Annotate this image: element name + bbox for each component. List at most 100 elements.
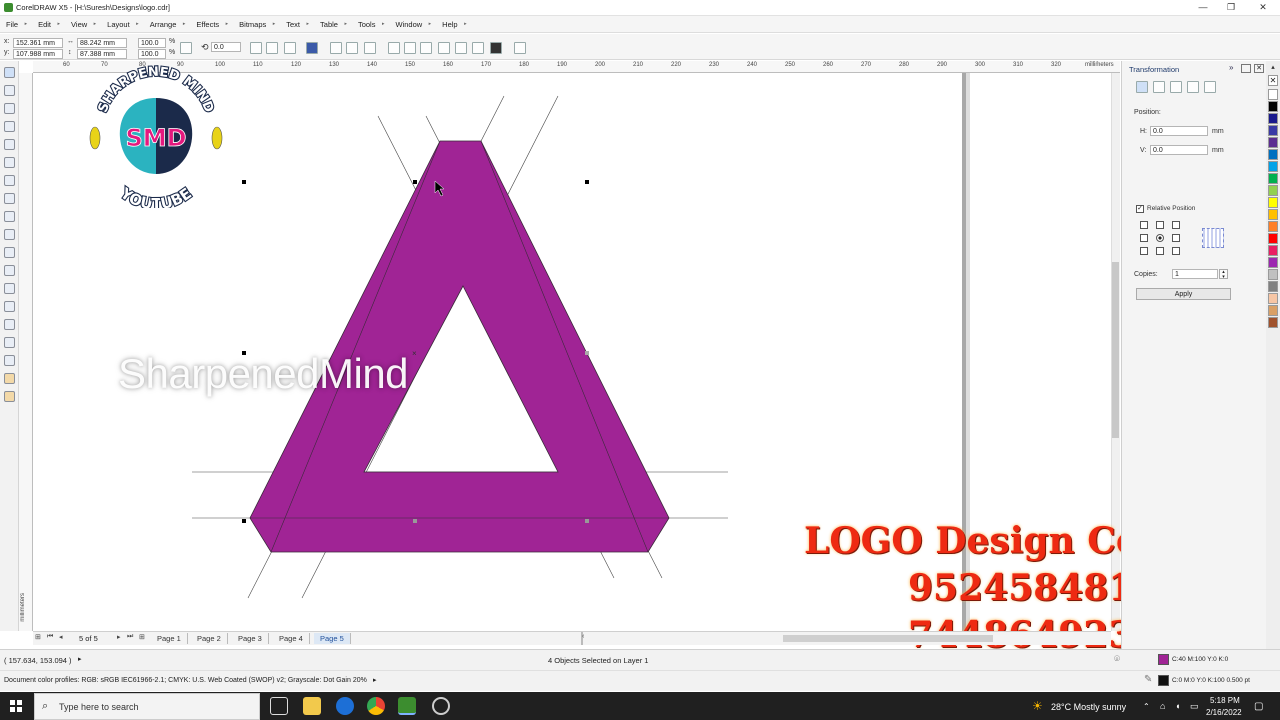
palette-swatch[interactable] — [1268, 317, 1278, 328]
volume-icon[interactable]: ◖ — [1175, 701, 1180, 711]
status-bar-profiles: Document color profiles: RGB: sRGB IEC61… — [0, 670, 1280, 691]
weather-text[interactable]: 28°C Mostly sunny — [1051, 702, 1126, 712]
chrome-browser-icon[interactable] — [367, 697, 385, 715]
docker-minimize-icon[interactable] — [1241, 64, 1251, 73]
network-icon[interactable]: ⌂ — [1160, 701, 1165, 711]
scale-mirror-tab-icon[interactable] — [1170, 81, 1182, 93]
clock-time[interactable]: 5:18 PM — [1210, 696, 1240, 705]
size-tab-icon[interactable] — [1187, 81, 1199, 93]
coreldraw-taskbar-icon[interactable] — [398, 697, 416, 715]
palette-swatch[interactable] — [1268, 221, 1278, 232]
cursor-coordinates: ( 157.634, 153.094 ) — [4, 656, 72, 665]
anchor-bottom-left[interactable] — [1140, 247, 1148, 255]
relative-position-checkbox[interactable]: ✓ — [1136, 205, 1144, 213]
fill-color-swatch[interactable] — [1158, 654, 1169, 665]
page-tab-4[interactable]: Page 4 — [273, 633, 310, 644]
copies-field[interactable]: 1 — [1172, 269, 1218, 279]
docker-expand-icon[interactable]: » — [1229, 63, 1233, 72]
system-tray-chevron-icon[interactable]: ⌃ — [1143, 702, 1150, 711]
page-tab-2[interactable]: Page 2 — [191, 633, 228, 644]
palette-swatch[interactable] — [1268, 113, 1278, 124]
selection-handle[interactable] — [413, 519, 417, 523]
previous-page-icon[interactable]: ◂ — [59, 633, 63, 641]
file-explorer-icon[interactable] — [303, 697, 321, 715]
apply-button[interactable]: Apply — [1136, 288, 1231, 300]
battery-icon[interactable]: ▭ — [1190, 701, 1199, 712]
edge-browser-icon[interactable] — [336, 697, 354, 715]
page-tab-3[interactable]: Page 3 — [232, 633, 269, 644]
color-profiles-text[interactable]: Document color profiles: RGB: sRGB IEC61… — [4, 677, 367, 684]
weather-sun-icon: ☀ — [1032, 699, 1043, 713]
last-page-icon[interactable]: ⏭ — [127, 633, 133, 641]
logo-bottom-text: YOUTUBE — [116, 184, 195, 208]
logo-right-grain-icon — [211, 126, 223, 150]
next-page-icon[interactable]: ▸ — [117, 633, 121, 641]
anchor-top-center[interactable] — [1156, 221, 1164, 229]
anchor-top-right[interactable] — [1172, 221, 1180, 229]
docker-title: Transformation — [1129, 65, 1180, 74]
page-tab-5[interactable]: Page 5 — [314, 633, 351, 644]
coords-arrow-icon[interactable]: ▸ — [78, 655, 82, 663]
palette-swatch[interactable] — [1268, 161, 1278, 172]
profiles-arrow-icon[interactable]: ▸ — [373, 676, 377, 684]
page-tab-1[interactable]: Page 1 — [151, 633, 188, 644]
palette-swatch[interactable] — [1268, 257, 1278, 268]
task-view-icon[interactable] — [270, 697, 288, 715]
anchor-bottom-right[interactable] — [1172, 247, 1180, 255]
palette-swatch[interactable] — [1268, 173, 1278, 184]
palette-swatch[interactable] — [1268, 197, 1278, 208]
palette-swatch[interactable] — [1268, 209, 1278, 220]
copies-spinner[interactable]: ▴ ▾ — [1219, 269, 1228, 280]
outline-color-swatch[interactable] — [1158, 675, 1169, 686]
palette-swatch[interactable] — [1268, 245, 1278, 256]
windows-start-icon[interactable] — [10, 700, 22, 712]
palette-swatch[interactable] — [1268, 281, 1278, 292]
palette-swatch[interactable] — [1268, 293, 1278, 304]
selection-handle[interactable] — [242, 180, 246, 184]
skew-tab-icon[interactable] — [1204, 81, 1216, 93]
docker-close-icon[interactable]: ✕ — [1254, 64, 1264, 73]
anchor-middle-right[interactable] — [1172, 234, 1180, 242]
first-page-icon[interactable]: ⏮ — [47, 633, 53, 641]
palette-swatch[interactable] — [1268, 149, 1278, 160]
palette-scroll-up-icon[interactable]: ▴ — [1268, 63, 1278, 73]
impossible-triangle-shape[interactable] — [249, 140, 670, 553]
horizontal-scrollbar-thumb[interactable] — [783, 635, 993, 642]
scroll-left-icon[interactable]: ‹ — [582, 633, 584, 640]
notification-icon[interactable]: ▢ — [1254, 701, 1263, 712]
v-position-field[interactable]: 0.0 — [1150, 145, 1208, 155]
selection-handle[interactable] — [585, 351, 589, 355]
no-color-swatch-icon[interactable]: ✕ — [1268, 75, 1278, 86]
selection-handle[interactable] — [585, 519, 589, 523]
selection-handle[interactable] — [413, 180, 417, 184]
page-navigator: ⊞ ⏮ ◂ 5 of 5 ▸ ⏭ ⊞ Page 1 Page 2 Page 3 … — [33, 631, 1111, 645]
anchor-center[interactable] — [1156, 234, 1164, 242]
palette-swatch[interactable] — [1268, 137, 1278, 148]
logo-left-grain-icon — [89, 126, 101, 150]
fill-color-value: C:40 M:100 Y:0 K:0 — [1172, 656, 1229, 663]
add-page-icon[interactable]: ⊞ — [35, 633, 41, 641]
palette-swatch[interactable] — [1268, 101, 1278, 112]
channel-logo: SMD SHARPENED MIND YOUTUBE — [89, 64, 223, 208]
palette-swatch[interactable] — [1268, 305, 1278, 316]
h-position-field[interactable]: 0.0 — [1150, 126, 1208, 136]
anchor-bottom-center[interactable] — [1156, 247, 1164, 255]
position-tab-icon[interactable] — [1136, 81, 1148, 93]
add-page-after-icon[interactable]: ⊞ — [139, 633, 145, 641]
obs-recorder-icon[interactable] — [432, 697, 450, 715]
selection-handle[interactable] — [242, 519, 246, 523]
taskbar-search[interactable]: ⌕ Type here to search — [34, 693, 260, 720]
anchor-top-left[interactable] — [1140, 221, 1148, 229]
fill-bucket-icon: ⌾ — [1114, 654, 1120, 665]
vertical-scrollbar-thumb[interactable] — [1112, 262, 1119, 438]
palette-swatch[interactable] — [1268, 233, 1278, 244]
palette-swatch[interactable] — [1268, 185, 1278, 196]
anchor-middle-left[interactable] — [1140, 234, 1148, 242]
clock-date[interactable]: 2/16/2022 — [1206, 708, 1242, 717]
palette-swatch[interactable] — [1268, 89, 1278, 100]
selection-handle[interactable] — [585, 180, 589, 184]
rotate-tab-icon[interactable] — [1153, 81, 1165, 93]
palette-swatch[interactable] — [1268, 269, 1278, 280]
palette-swatch[interactable] — [1268, 125, 1278, 136]
status-bar: ( 157.634, 153.094 ) ▸ 4 Objects Selecte… — [0, 649, 1280, 670]
